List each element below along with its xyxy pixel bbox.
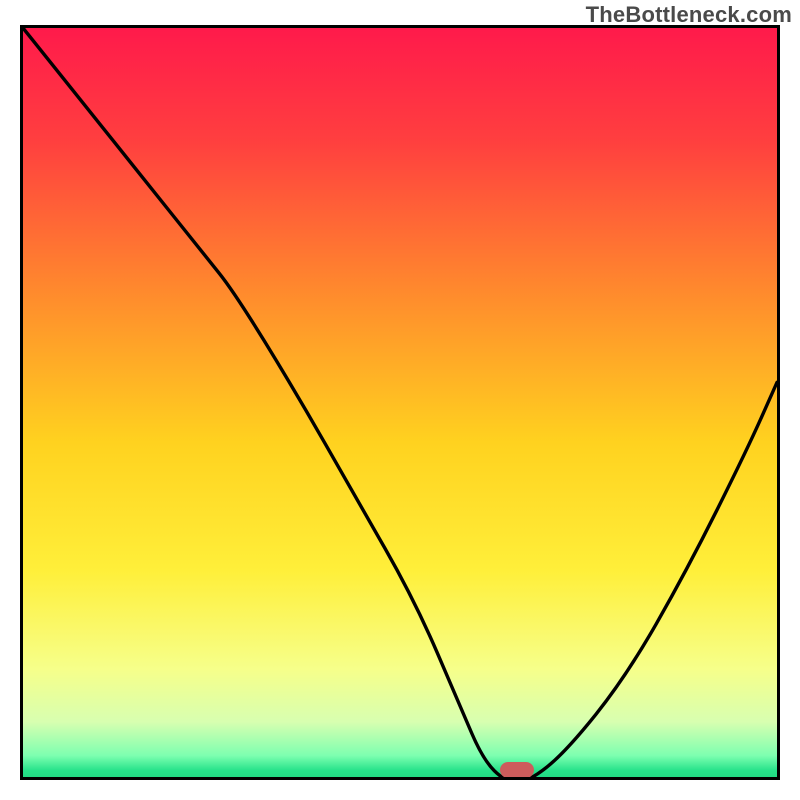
bottleneck-curve	[23, 28, 777, 780]
optimum-marker	[500, 762, 534, 778]
chart-container: TheBottleneck.com	[0, 0, 800, 800]
watermark-text: TheBottleneck.com	[586, 2, 792, 28]
plot-area	[20, 25, 780, 780]
